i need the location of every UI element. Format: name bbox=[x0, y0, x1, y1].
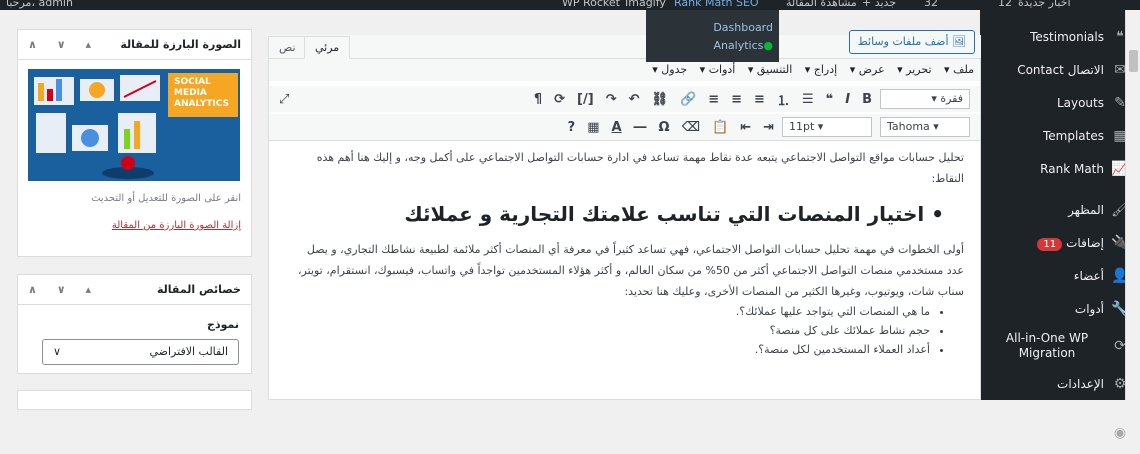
menu-edit[interactable]: تحرير ▾ bbox=[897, 63, 931, 76]
menu-item-layouts[interactable]: ✎ Layouts bbox=[980, 86, 1140, 119]
post-attributes-panel: خصائص المقالة ▴ ∨ ∧ نموذج القالب الافترا… bbox=[17, 274, 252, 374]
rank-math-analytics-link[interactable]: ●Analytics bbox=[646, 34, 779, 58]
font-size-select[interactable]: 11pt ▾ bbox=[782, 117, 872, 137]
admin-sidebar-menu: ❝ Testimonials ✉ الاتصال Contact ✎ Layouts … bbox=[980, 10, 1140, 447]
featured-image-panel: الصورة البارزة للمقالة ▴ ∨ ∧ SOCIAL MEDI… bbox=[17, 29, 252, 257]
font-family-select[interactable]: Tahoma ▾ bbox=[880, 117, 970, 137]
menu-item-rank-math[interactable]: 📈 Rank Math bbox=[980, 152, 1140, 185]
rank-math-dropdown: Dashboard ●Analytics bbox=[646, 10, 779, 62]
shortcode-icon[interactable]: [/] bbox=[577, 92, 594, 107]
table-icon[interactable]: ▦ bbox=[587, 120, 599, 135]
image-caption-line: MEDIA bbox=[174, 88, 207, 98]
toolbar-row-1: فقرة ▾ B I ❝ ☰ ⒈ ≡ ≡ ≡ 🔗 ⛓ ↶ ↷ [/] ⟳ ¶ ⤢ bbox=[269, 86, 980, 112]
menu-item-users[interactable]: 👤 أعضاء bbox=[980, 259, 1140, 292]
paragraph-icon[interactable]: ¶ bbox=[534, 92, 542, 107]
template-label: نموذج bbox=[207, 318, 239, 331]
admin-bar: مرحباً، admin WP Rocket Imagify Rank Mat… bbox=[0, 0, 1140, 10]
scrollbar-thumb[interactable] bbox=[1129, 50, 1138, 72]
menu-tools[interactable]: أدوات ▾ bbox=[700, 63, 736, 76]
special-char-icon[interactable]: Ω bbox=[659, 120, 670, 135]
media-icon: 🖼 bbox=[948, 35, 966, 48]
menu-item-tools[interactable]: 🔧 أدوات bbox=[980, 292, 1140, 325]
menu-view[interactable]: عرض ▾ bbox=[850, 63, 885, 76]
bullet-list-icon[interactable]: ☰ bbox=[802, 92, 814, 107]
indent-icon[interactable]: ⇥ bbox=[763, 120, 774, 135]
content-heading: • اختيار المنصات التي تناسب علامتك التجا… bbox=[404, 202, 944, 226]
new-content-menu[interactable]: + جديد bbox=[862, 0, 896, 10]
align-center-icon[interactable]: ≡ bbox=[731, 92, 742, 107]
add-media-button[interactable]: 🖼 أضف ملفات وسائط bbox=[848, 30, 975, 54]
menu-item-contact[interactable]: ✉ الاتصال Contact bbox=[980, 53, 1140, 86]
bold-icon[interactable]: B bbox=[862, 92, 872, 107]
page-scrollbar[interactable] bbox=[1125, 10, 1140, 400]
menu-table[interactable]: جدول ▾ bbox=[652, 63, 687, 76]
clear-format-icon[interactable]: ⌫ bbox=[682, 120, 700, 135]
paragraph: تحليل حسابات مواقع التواصل الاجتماعي يتب… bbox=[316, 151, 964, 185]
list-item: ما هي المنصات التي يتواجد عليها عملائك؟. bbox=[289, 302, 930, 321]
help-icon[interactable]: ? bbox=[568, 120, 576, 135]
next-panel bbox=[17, 390, 252, 410]
menu-item-appearance[interactable]: 🖌 المظهر bbox=[980, 193, 1140, 226]
list-item: حجم نشاط عملائك على كل منصة؟ bbox=[289, 321, 930, 340]
fullscreen-icon[interactable]: ⤢ bbox=[279, 92, 289, 107]
status-dot-icon: ● bbox=[763, 39, 773, 52]
admin-greeting[interactable]: مرحباً، admin bbox=[6, 0, 73, 10]
menu-insert[interactable]: إدراج ▾ bbox=[805, 63, 837, 76]
panel-controls[interactable]: ▴ ∨ ∧ bbox=[28, 283, 99, 296]
image-caption-line: SOCIAL bbox=[174, 77, 211, 87]
paragraph: أولى الخطوات في مهمة تحليل حسابات التواص… bbox=[298, 243, 964, 298]
featured-image-thumbnail[interactable]: SOCIAL MEDIA ANALYTICS bbox=[28, 69, 240, 181]
unlink-icon[interactable]: ⛓ bbox=[652, 92, 669, 107]
featured-image-title: الصورة البارزة للمقالة bbox=[120, 38, 241, 51]
remove-featured-image-link[interactable]: إزالة الصورة البارزة من المقالة bbox=[112, 220, 241, 231]
editor-content[interactable]: تحليل حسابات مواقع التواصل الاجتماعي يتب… bbox=[269, 140, 980, 398]
image-caption-line: ANALYTICS bbox=[174, 99, 230, 109]
rank-math-dashboard-link[interactable]: Dashboard bbox=[646, 10, 779, 34]
menu-item-plugins[interactable]: 🔌 إضافات11 bbox=[980, 226, 1140, 259]
text-color-icon[interactable]: A bbox=[611, 120, 621, 135]
tab-visual[interactable]: مرئي bbox=[304, 36, 351, 59]
plugins-update-badge: 11 bbox=[1037, 237, 1063, 251]
toolbar-row-2: Tahoma ▾ 11pt ▾ ⇥ ⇤ 📋 ⌫ Ω ― A ▦ ? bbox=[269, 114, 980, 140]
menu-format[interactable]: التنسيق ▾ bbox=[748, 63, 792, 76]
classic-editor: نص مرئي 🖼 أضف ملفات وسائط ملف ▾ تحرير ▾ … bbox=[268, 30, 981, 400]
editor-menubar: ملف ▾ تحرير ▾ عرض ▾ إدراج ▾ التنسيق ▾ أد… bbox=[269, 59, 980, 81]
outdent-icon[interactable]: ⇤ bbox=[740, 120, 751, 135]
refresh-icon[interactable]: ⟳ bbox=[554, 92, 565, 107]
post-attributes-title: خصائص المقالة bbox=[157, 283, 241, 296]
redo-icon[interactable]: ↷ bbox=[606, 92, 617, 107]
rank-math-menu[interactable]: Rank Math SEO bbox=[674, 0, 759, 10]
list-item: أعداد العملاء المستخدمين لكل منصة؟. bbox=[289, 340, 930, 359]
menu-item-migration[interactable]: ⟳ All-in-One WP Migration bbox=[980, 325, 1140, 367]
paste-text-icon[interactable]: 📋 bbox=[712, 120, 728, 135]
align-right-icon[interactable]: ≡ bbox=[708, 92, 719, 107]
italic-icon[interactable]: I bbox=[845, 92, 850, 107]
undo-icon[interactable]: ↶ bbox=[629, 92, 640, 107]
featured-image-hint: انقر على الصورة للتعديل أو التحديث bbox=[91, 193, 241, 204]
view-post-link[interactable]: مشاهدة المقالة bbox=[786, 0, 857, 10]
link-icon[interactable]: 🔗 bbox=[680, 92, 696, 107]
bullet-list: ما هي المنصات التي يتواجد عليها عملائك؟.… bbox=[289, 302, 964, 359]
wp-rocket-menu[interactable]: WP Rocket bbox=[562, 0, 620, 10]
numbered-list-icon[interactable]: ⒈ bbox=[777, 90, 790, 109]
chevron-down-icon: ∨ bbox=[53, 345, 62, 358]
format-select[interactable]: فقرة ▾ bbox=[880, 89, 970, 109]
blockquote-icon[interactable]: ❝ bbox=[826, 92, 834, 107]
horizontal-line-icon[interactable]: ― bbox=[634, 120, 647, 135]
menu-item-settings[interactable]: ⚙ الإعدادات bbox=[980, 367, 1140, 400]
imagify-menu[interactable]: Imagify bbox=[625, 0, 666, 10]
panel-controls[interactable]: ▴ ∨ ∧ bbox=[28, 38, 99, 51]
updates-count[interactable]: 12 bbox=[998, 0, 1012, 10]
align-left-icon[interactable]: ≡ bbox=[754, 92, 765, 107]
menu-item-templates[interactable]: ▦ Templates bbox=[980, 119, 1140, 152]
menu-item-testimonials[interactable]: ❝ Testimonials bbox=[980, 20, 1140, 53]
menu-file[interactable]: ملف ▾ bbox=[944, 63, 974, 76]
template-select[interactable]: القالب الافتراضي ∨ bbox=[42, 339, 239, 365]
views-icon: ◉ bbox=[1113, 425, 1127, 441]
menu-item-post-views[interactable]: ◉ Easy Post Views Count bbox=[980, 412, 1140, 454]
comments-count[interactable]: 32 bbox=[924, 0, 938, 10]
tab-text[interactable]: نص bbox=[268, 36, 307, 59]
site-name-link[interactable]: أخبار جديدة bbox=[1018, 0, 1071, 10]
